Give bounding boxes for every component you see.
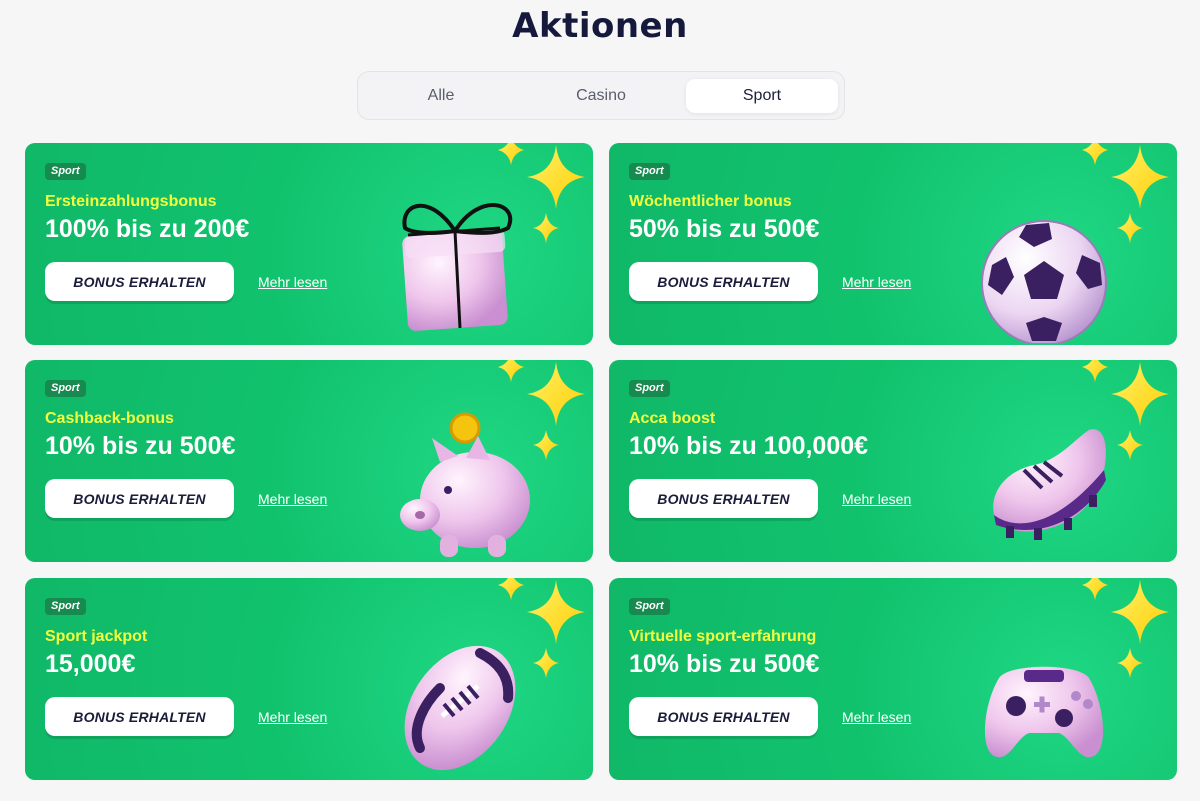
football-boot-icon — [993, 429, 1106, 540]
bonus-button[interactable]: BONUS ERHALTEN — [45, 479, 234, 518]
promo-title: Virtuelle sport-erfahrung — [629, 628, 817, 645]
promo-card: Sport Ersteinzahlungsbonus 100% bis zu 2… — [25, 143, 593, 345]
read-more-link[interactable]: Mehr lesen — [842, 491, 911, 507]
read-more-link[interactable]: Mehr lesen — [842, 274, 911, 290]
sport-badge: Sport — [629, 163, 670, 180]
promo-title: Acca boost — [629, 410, 716, 427]
promo-title: Wöchentlicher bonus — [629, 193, 792, 210]
read-more-link[interactable]: Mehr lesen — [258, 491, 327, 507]
sport-badge: Sport — [629, 380, 670, 397]
tab-sport[interactable]: Sport — [686, 79, 838, 113]
promo-title: Ersteinzahlungsbonus — [45, 193, 217, 210]
american-football-icon — [404, 645, 516, 771]
gamepad-icon — [984, 666, 1104, 758]
category-tabs: Alle Casino Sport — [357, 71, 845, 120]
bonus-button[interactable]: BONUS ERHALTEN — [45, 262, 234, 301]
sport-badge: Sport — [45, 163, 86, 180]
promo-card: Sport Cashback-bonus 10% bis zu 500€ BON… — [25, 360, 593, 562]
promo-card: Sport Acca boost 10% bis zu 100,000€ BON… — [609, 360, 1177, 562]
bonus-button[interactable]: BONUS ERHALTEN — [629, 697, 818, 736]
promo-amount: 10% bis zu 500€ — [45, 432, 236, 460]
promo-card: Sport Sport jackpot 15,000€ BONUS ERHALT… — [25, 578, 593, 780]
bonus-button[interactable]: BONUS ERHALTEN — [45, 697, 234, 736]
page-title: Aktionen — [512, 6, 688, 46]
sport-badge: Sport — [45, 598, 86, 615]
promo-amount: 10% bis zu 500€ — [629, 650, 820, 678]
bonus-button[interactable]: BONUS ERHALTEN — [629, 262, 818, 301]
gift-box-icon — [402, 203, 513, 331]
promo-amount: 50% bis zu 500€ — [629, 215, 820, 243]
sport-badge: Sport — [45, 380, 86, 397]
promo-amount: 100% bis zu 200€ — [45, 215, 250, 243]
promo-amount: 15,000€ — [45, 650, 136, 678]
promo-card: Sport Virtuelle sport-erfahrung 10% bis … — [609, 578, 1177, 780]
soccer-ball-icon — [981, 220, 1107, 343]
tab-alle[interactable]: Alle — [365, 79, 517, 113]
piggy-bank-icon — [400, 412, 530, 557]
sport-badge: Sport — [629, 598, 670, 615]
promo-title: Sport jackpot — [45, 628, 148, 645]
promo-amount: 10% bis zu 100,000€ — [629, 432, 869, 460]
read-more-link[interactable]: Mehr lesen — [258, 709, 327, 725]
bonus-button[interactable]: BONUS ERHALTEN — [629, 479, 818, 518]
tab-casino[interactable]: Casino — [525, 79, 677, 113]
promo-card: Sport Wöchentlicher bonus 50% bis zu 500… — [609, 143, 1177, 345]
promo-title: Cashback-bonus — [45, 410, 174, 427]
read-more-link[interactable]: Mehr lesen — [258, 274, 327, 290]
read-more-link[interactable]: Mehr lesen — [842, 709, 911, 725]
